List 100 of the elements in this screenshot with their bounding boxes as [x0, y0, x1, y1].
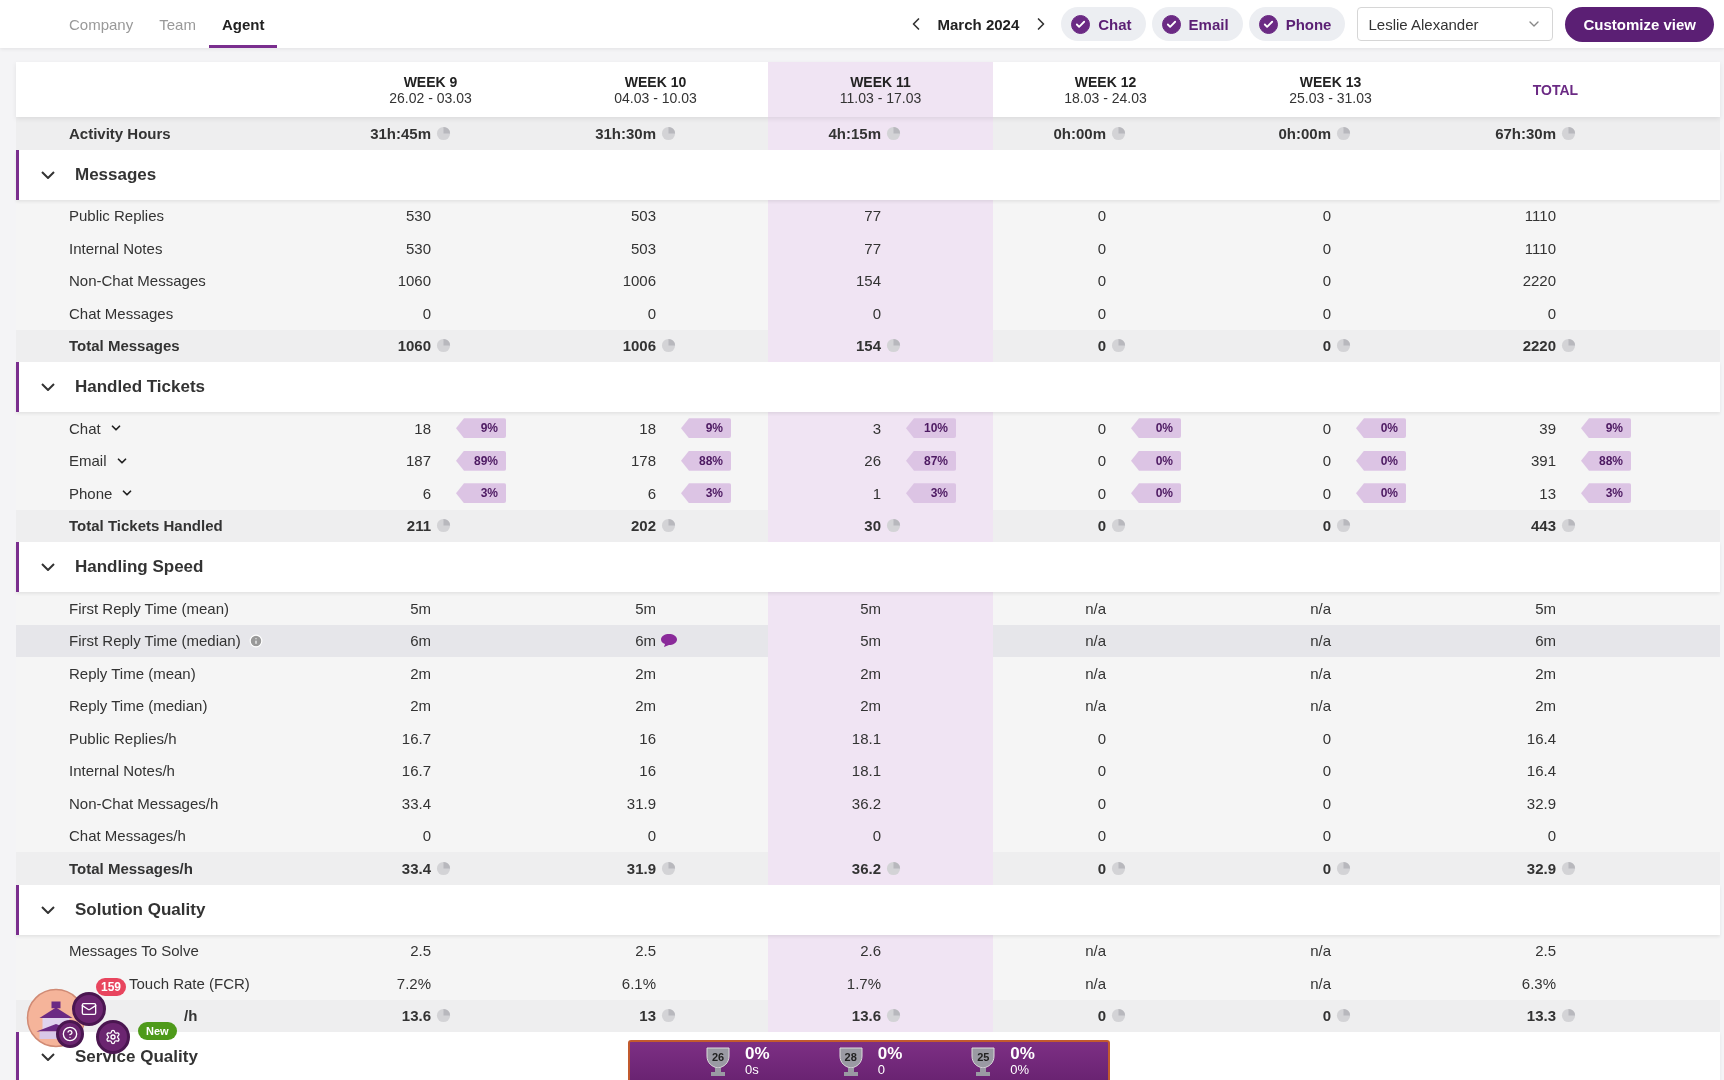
row-label: Non-Chat Messages — [69, 272, 206, 290]
row-label: Internal Notes/h — [69, 762, 175, 780]
table-cell-text: 4h:15m — [827, 124, 881, 142]
percentage-tag: 3% — [681, 483, 731, 504]
collapse-button[interactable] — [41, 170, 55, 179]
pie-chart-icon[interactable] — [1561, 518, 1576, 534]
table-cell-text: 5m — [409, 599, 431, 617]
row-label: Total Tickets Handled — [69, 517, 223, 535]
collapse-button[interactable] — [41, 563, 55, 571]
table-cell-text: 16 — [638, 762, 656, 780]
table-cell-text: 13.6 — [850, 1007, 881, 1025]
table-cell-text: 0 — [1546, 827, 1556, 845]
agent-select[interactable]: Leslie Alexander — [1357, 7, 1554, 41]
pie-chart-icon[interactable] — [1336, 1008, 1351, 1024]
table-cell-text: 33.4 — [400, 859, 431, 877]
pie-chart-icon[interactable] — [436, 860, 451, 876]
column-header: WEEK 10 04.03 - 10.03 — [613, 72, 698, 108]
row-label: First Reply Time (mean) — [69, 599, 230, 617]
table-cell-text: 31.9 — [625, 859, 656, 877]
pie-chart-icon[interactable] — [886, 338, 901, 354]
table-cell-text: 0 — [1096, 827, 1106, 845]
pie-chart-icon[interactable] — [1561, 1008, 1576, 1024]
table-cell-text: 2220 — [1521, 272, 1556, 290]
pie-chart-icon[interactable] — [1111, 125, 1126, 141]
pie-chart-icon[interactable] — [436, 338, 451, 354]
pie-chart-icon[interactable] — [1111, 1008, 1126, 1024]
table-cell-text: n/a — [1309, 664, 1331, 682]
pie-chart-icon[interactable] — [1336, 338, 1351, 354]
table-cell-text: 0 — [1321, 827, 1331, 845]
pie-chart-icon[interactable] — [1336, 125, 1351, 141]
table-cell-text: 32.9 — [1525, 859, 1556, 877]
percentage-tag: 0% — [1131, 483, 1181, 504]
table-cell-text: n/a — [1309, 632, 1331, 650]
pie-chart-icon[interactable] — [661, 1008, 676, 1024]
pie-chart-icon[interactable] — [1561, 125, 1576, 141]
percentage-tag: 10% — [906, 418, 956, 439]
customize-view-button[interactable]: Customize view — [1565, 6, 1714, 42]
pie-chart-icon[interactable] — [1336, 518, 1351, 534]
column-header: WEEK 13 25.03 - 31.03 — [1288, 72, 1373, 108]
table-cell-text: 0h:00m — [1052, 124, 1106, 142]
table-cell-text: 0 — [1096, 859, 1106, 877]
percentage-tag: 0% — [1356, 450, 1406, 471]
pie-chart-icon[interactable] — [661, 125, 676, 141]
table-cell-text: 0 — [1096, 729, 1106, 747]
table-cell-text: 0 — [1096, 419, 1106, 437]
row-label: Total Messages/h — [69, 859, 193, 877]
table-cell-text: 2m — [859, 697, 881, 715]
info-icon[interactable] — [248, 633, 263, 648]
percentage-tag: 0% — [1356, 418, 1406, 439]
pie-chart-icon[interactable] — [661, 518, 676, 534]
table-cell-text: 16.7 — [400, 762, 431, 780]
row-label: Reply Time (median) — [69, 697, 208, 715]
table-cell-text: 2m — [634, 664, 656, 682]
collapse-button[interactable] — [41, 905, 55, 914]
table-cell-text: 2220 — [1521, 337, 1556, 355]
row-label: Chat Messages — [69, 304, 174, 322]
pie-chart-icon[interactable] — [886, 860, 901, 876]
table-cell-text: 7.2% — [395, 974, 431, 992]
achievement-detail: 0 — [877, 1063, 886, 1078]
nav-tab[interactable]: Agent — [208, 0, 278, 48]
channel-filter[interactable]: Chat — [1061, 7, 1146, 41]
pie-chart-icon[interactable] — [1111, 518, 1126, 534]
pie-chart-icon[interactable] — [1111, 860, 1126, 876]
pie-chart-icon[interactable] — [886, 125, 901, 141]
pie-chart-icon[interactable] — [436, 518, 451, 534]
pie-chart-icon[interactable] — [886, 518, 901, 534]
pie-chart-icon[interactable] — [1336, 860, 1351, 876]
pie-chart-icon[interactable] — [1111, 338, 1126, 354]
table-cell-text: 1 — [871, 484, 881, 502]
channel-filter[interactable]: Email — [1151, 7, 1243, 41]
table-cell-text: n/a — [1084, 664, 1106, 682]
collapse-button[interactable] — [41, 383, 55, 391]
table-cell-text: 1006 — [621, 337, 656, 355]
row-label: Reply Time (mean) — [69, 664, 196, 682]
table-cell-text: 2m — [409, 697, 431, 715]
pie-chart-icon[interactable] — [436, 1008, 451, 1024]
table-cell-text: 32.9 — [1525, 794, 1556, 812]
pie-chart-icon[interactable] — [1561, 860, 1576, 876]
row-label: First Reply Time (median) — [69, 632, 241, 650]
trophy-number: 26 — [710, 1051, 726, 1063]
percentage-tag: 87% — [906, 450, 956, 471]
pie-chart-icon[interactable] — [436, 125, 451, 141]
table-cell-text: 31.9 — [625, 794, 656, 812]
table-cell-text: 0 — [1096, 239, 1106, 257]
pie-chart-icon[interactable] — [661, 338, 676, 354]
pie-chart-icon[interactable] — [886, 1008, 901, 1024]
table-cell-text: 0 — [1321, 729, 1331, 747]
table-cell-text: 0 — [1321, 337, 1331, 355]
channel-filter[interactable]: Phone — [1248, 7, 1346, 41]
pie-chart-icon[interactable] — [1561, 338, 1576, 354]
table-cell-text: 1060 — [396, 272, 431, 290]
table-cell-text: 2.5 — [1534, 942, 1556, 960]
collapse-button[interactable] — [41, 1053, 55, 1061]
table-cell-text: 0 — [1096, 207, 1106, 225]
achievement-detail: 0s — [745, 1063, 760, 1078]
table-cell-text: 0 — [1096, 484, 1106, 502]
pie-chart-icon[interactable] — [661, 860, 676, 876]
table-cell-text: 0 — [1321, 304, 1331, 322]
comment-icon[interactable] — [661, 634, 677, 648]
table-cell-text: 0 — [1321, 859, 1331, 877]
